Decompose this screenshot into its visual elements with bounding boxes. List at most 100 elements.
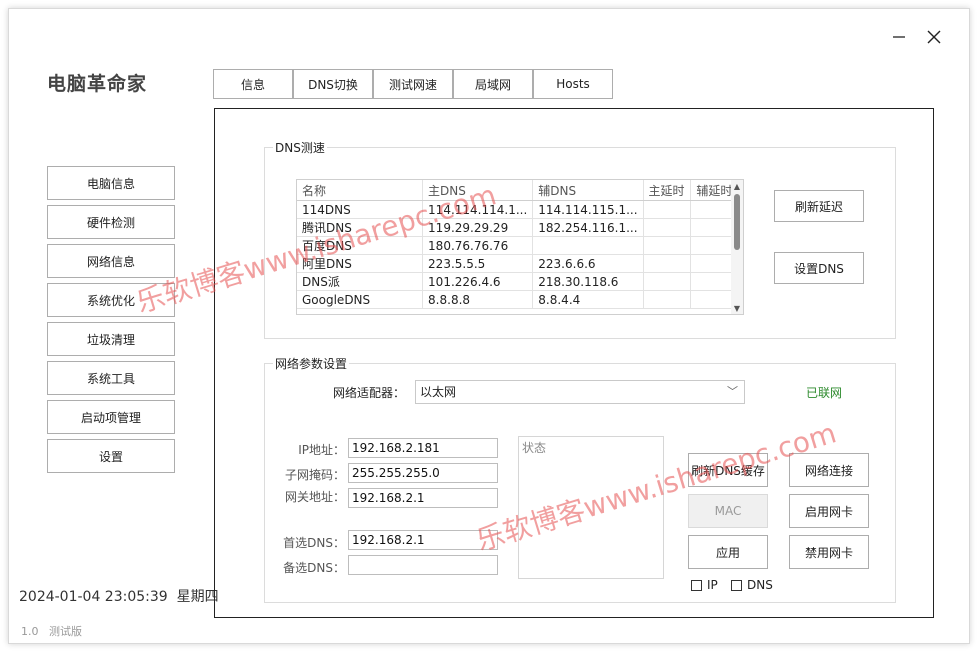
nav-system-tools[interactable]: 系统工具 bbox=[47, 361, 175, 395]
table-header-row: 名称 主DNS 辅DNS 主延时 辅延时 bbox=[297, 180, 743, 201]
app-window: 电脑革命家 信息 DNS切换 测试网速 局域网 Hosts 电脑信息 硬件检测 … bbox=[8, 8, 970, 644]
adapter-label: 网络适配器： bbox=[332, 386, 405, 400]
dns-test-group: DNS测速 名称 主DNS 辅DNS 主延时 辅延时 114DNS 114.11… bbox=[264, 139, 896, 339]
dns-primary-delay bbox=[643, 236, 692, 255]
dns2-input[interactable] bbox=[348, 555, 498, 575]
dns-primary: 101.226.4.6 bbox=[422, 272, 534, 291]
adapter-select[interactable]: 以太网 ﹀ bbox=[415, 380, 745, 404]
dns-secondary: 8.8.4.4 bbox=[532, 290, 644, 309]
mask-label: 子网掩码： bbox=[284, 468, 345, 482]
dns-name: 腾讯DNS bbox=[297, 218, 424, 237]
status-box: 状态 bbox=[518, 436, 664, 579]
dns-primary: 119.29.29.29 bbox=[422, 218, 534, 237]
scroll-down-icon[interactable]: ▼ bbox=[731, 302, 743, 314]
table-row[interactable]: 百度DNS 180.76.76.76 bbox=[297, 236, 743, 255]
mac-button[interactable]: MAC bbox=[688, 494, 768, 528]
dns-name: DNS派 bbox=[297, 272, 424, 291]
checkbox-dns-box[interactable] bbox=[731, 579, 742, 591]
dns-secondary: 223.6.6.6 bbox=[532, 254, 644, 273]
version-info: 1.0 测试版 bbox=[21, 623, 82, 639]
dns-primary-delay bbox=[643, 254, 692, 273]
minimize-button[interactable] bbox=[885, 25, 913, 49]
weekday: 星期四 bbox=[176, 589, 219, 605]
nav-junk-clean[interactable]: 垃圾清理 bbox=[47, 322, 175, 356]
dns-test-title: DNS测速 bbox=[273, 139, 327, 156]
datetime-display: 2024-01-04 23:05:39 星期四 bbox=[19, 586, 219, 606]
dns-secondary: 114.114.115.1... bbox=[532, 200, 644, 219]
column-header-primary[interactable]: 主DNS bbox=[422, 180, 534, 201]
column-header-primary-delay[interactable]: 主延时 bbox=[643, 180, 692, 201]
scroll-thumb[interactable] bbox=[734, 194, 740, 250]
net-settings-group: 网络参数设置 网络适配器： 以太网 ﹀ 已联网 IP地址： 192.168.2.… bbox=[264, 355, 896, 603]
dns-table[interactable]: 名称 主DNS 辅DNS 主延时 辅延时 114DNS 114.114.114.… bbox=[296, 179, 744, 315]
table-row[interactable]: 114DNS 114.114.114.1... 114.114.115.1... bbox=[297, 200, 743, 219]
version-label: 测试版 bbox=[49, 625, 82, 638]
app-title: 电脑革命家 bbox=[47, 73, 148, 95]
ip-input[interactable]: 192.168.2.181 bbox=[348, 438, 498, 458]
tab-hosts[interactable]: Hosts bbox=[533, 69, 613, 99]
dns-primary: 223.5.5.5 bbox=[422, 254, 534, 273]
dns-primary-delay bbox=[643, 200, 692, 219]
minimize-icon bbox=[893, 36, 905, 38]
checkbox-ip-label: IP bbox=[707, 578, 718, 592]
dns-name: 百度DNS bbox=[297, 236, 424, 255]
set-dns-button[interactable]: 设置DNS bbox=[774, 252, 864, 284]
dns-checkbox[interactable]: DNS bbox=[731, 578, 773, 592]
dns-secondary bbox=[532, 236, 644, 255]
flush-dns-button[interactable]: 刷新DNS缓存 bbox=[688, 453, 768, 487]
tab-dns-switch[interactable]: DNS切换 bbox=[293, 69, 373, 99]
table-row[interactable]: 阿里DNS 223.5.5.5 223.6.6.6 bbox=[297, 254, 743, 273]
mask-input[interactable]: 255.255.255.0 bbox=[348, 463, 498, 483]
column-header-secondary[interactable]: 辅DNS bbox=[532, 180, 644, 201]
dns-name: GoogleDNS bbox=[297, 290, 424, 309]
network-connections-button[interactable]: 网络连接 bbox=[789, 453, 869, 487]
dns-primary: 8.8.8.8 bbox=[422, 290, 534, 309]
ip-label: IP地址： bbox=[298, 443, 345, 457]
ip-checkbox[interactable]: IP bbox=[691, 578, 718, 592]
dns-primary-delay bbox=[643, 272, 692, 291]
close-icon bbox=[927, 30, 941, 44]
table-row[interactable]: GoogleDNS 8.8.8.8 8.8.4.4 bbox=[297, 290, 743, 309]
gateway-input[interactable]: 192.168.2.1 bbox=[348, 488, 498, 508]
dns-name: 114DNS bbox=[297, 200, 424, 219]
table-row[interactable]: 腾讯DNS 119.29.29.29 182.254.116.1... bbox=[297, 218, 743, 237]
chevron-down-icon: ﹀ bbox=[727, 385, 738, 398]
dns-secondary: 182.254.116.1... bbox=[532, 218, 644, 237]
apply-button[interactable]: 应用 bbox=[688, 535, 768, 569]
dns1-input[interactable]: 192.168.2.1 bbox=[348, 530, 498, 550]
gateway-label: 网关地址： bbox=[284, 490, 345, 504]
disable-nic-button[interactable]: 禁用网卡 bbox=[789, 535, 869, 569]
nav-hardware-check[interactable]: 硬件检测 bbox=[47, 205, 175, 239]
refresh-delay-button[interactable]: 刷新延迟 bbox=[774, 190, 864, 222]
nav-network-info[interactable]: 网络信息 bbox=[47, 244, 175, 278]
dns-secondary: 218.30.118.6 bbox=[532, 272, 644, 291]
nav-system-optimize[interactable]: 系统优化 bbox=[47, 283, 175, 317]
column-header-name[interactable]: 名称 bbox=[297, 180, 424, 201]
tab-lan[interactable]: 局域网 bbox=[453, 69, 533, 99]
tab-info[interactable]: 信息 bbox=[213, 69, 293, 99]
nav-settings[interactable]: 设置 bbox=[47, 439, 175, 473]
scroll-up-icon[interactable]: ▲ bbox=[731, 180, 743, 192]
adapter-value: 以太网 bbox=[420, 385, 457, 399]
tab-speed-test[interactable]: 测试网速 bbox=[373, 69, 453, 99]
dns-primary: 180.76.76.76 bbox=[422, 236, 534, 255]
nav-pc-info[interactable]: 电脑信息 bbox=[47, 166, 175, 200]
net-settings-title: 网络参数设置 bbox=[273, 355, 350, 372]
dns-primary-delay bbox=[643, 218, 692, 237]
content-panel: DNS测速 名称 主DNS 辅DNS 主延时 辅延时 114DNS 114.11… bbox=[214, 108, 934, 618]
checkbox-ip-box[interactable] bbox=[691, 579, 702, 591]
enable-nic-button[interactable]: 启用网卡 bbox=[789, 494, 869, 528]
dns-primary: 114.114.114.1... bbox=[422, 200, 534, 219]
version-number: 1.0 bbox=[21, 625, 39, 638]
table-scrollbar[interactable]: ▲ ▼ bbox=[731, 180, 743, 314]
dns-primary-delay bbox=[643, 290, 692, 309]
dns-name: 阿里DNS bbox=[297, 254, 424, 273]
checkbox-dns-label: DNS bbox=[747, 578, 773, 592]
dns1-label: 首选DNS： bbox=[283, 536, 345, 550]
nav-startup-manager[interactable]: 启动项管理 bbox=[47, 400, 175, 434]
table-row[interactable]: DNS派 101.226.4.6 218.30.118.6 bbox=[297, 272, 743, 291]
dns2-label: 备选DNS： bbox=[283, 561, 345, 575]
date-time: 2024-01-04 23:05:39 bbox=[19, 589, 168, 605]
close-button[interactable] bbox=[920, 25, 948, 49]
connection-status: 已联网 bbox=[806, 386, 843, 400]
